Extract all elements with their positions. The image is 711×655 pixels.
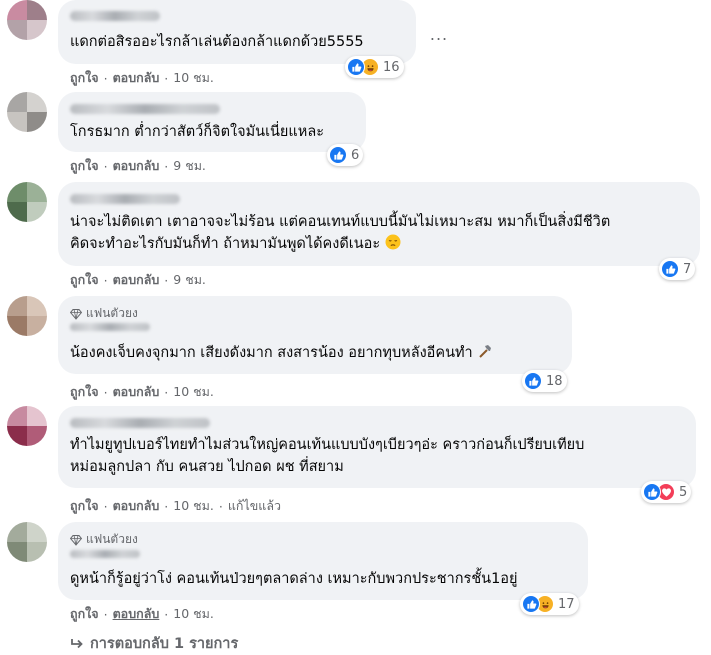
top-fan-badge: แฟนตัวยง	[70, 530, 138, 549]
more-options-icon[interactable]: ...	[427, 22, 451, 46]
reply-button[interactable]: ตอบกลับ	[113, 270, 160, 290]
commenter-name[interactable]	[70, 11, 160, 21]
timestamp[interactable]: 10 ชม.	[173, 68, 214, 88]
reaction-count: 16	[383, 59, 400, 75]
avatar[interactable]	[7, 296, 47, 336]
comment-text: น้องคงเจ็บคงจุกมาก เสียงดังมาก สงสารน้อง…	[70, 345, 473, 361]
reply-button[interactable]: ตอบกลับ	[113, 496, 160, 516]
like-reaction-icon	[661, 260, 679, 278]
commenter-name[interactable]	[70, 194, 180, 204]
separator-dot: ·	[103, 606, 108, 622]
reaction-summary[interactable]: 7	[659, 258, 696, 280]
like-reaction-icon	[524, 372, 542, 390]
like-button[interactable]: ถูกใจ	[70, 270, 99, 290]
diamond-icon	[70, 308, 82, 320]
comment-bubble: โกรธมาก ต่ำกว่าสัตว์ก็จิตใจมันเนี่ยแหละ	[58, 92, 366, 152]
reaction-summary[interactable]: 16	[345, 56, 404, 78]
avatar[interactable]	[7, 182, 47, 222]
timestamp[interactable]: 9 ชม.	[173, 156, 206, 176]
avatar[interactable]	[7, 0, 47, 40]
like-reaction-icon	[329, 146, 347, 164]
badge-label: แฟนตัวยง	[86, 306, 138, 320]
reply-button[interactable]: ตอบกลับ	[113, 156, 160, 176]
separator-dot: ·	[164, 384, 169, 400]
edited-label[interactable]: แก้ไขแล้ว	[228, 496, 281, 516]
comment-bubble: น่าจะไม่ติดเตา เตาอาจจะไม่ร้อน แต่คอนเทน…	[58, 182, 700, 266]
diamond-icon	[70, 534, 82, 546]
badge-label: แฟนตัวยง	[86, 532, 138, 546]
timestamp[interactable]: 10 ชม.	[173, 496, 214, 516]
pensive-face-emoji	[385, 234, 401, 250]
reaction-count: 18	[546, 373, 563, 389]
commenter-name[interactable]	[70, 418, 210, 428]
like-reaction-icon	[522, 595, 540, 613]
comment-bubble: แฟนตัวยง ดูหน้าก็รู้อยู่ว่าโง่ คอนเท้นป่…	[58, 522, 588, 600]
timestamp[interactable]: 10 ชม.	[173, 382, 214, 402]
comment-bubble: แฟนตัวยง น้องคงเจ็บคงจุกมาก เสียงดังมาก …	[58, 296, 572, 374]
reaction-summary[interactable]: 5	[641, 481, 692, 503]
reaction-summary[interactable]: 6	[327, 144, 364, 166]
hammer-emoji	[479, 345, 492, 358]
like-reaction-icon	[347, 58, 365, 76]
top-fan-badge: แฟนตัวยง	[70, 304, 138, 323]
comment-text: ดูหน้าก็รู้อยู่ว่าโง่ คอนเท้นป่วยๆตลาดล่…	[70, 571, 518, 587]
commenter-name[interactable]	[70, 323, 150, 331]
comment-text: คิดจะทำอะไรกับมันก็ทำ ถ้าหมามันพูดได้คงด…	[70, 236, 381, 252]
separator-dot: ·	[164, 272, 169, 288]
reply-button[interactable]: ตอบกลับ	[113, 68, 160, 88]
commenter-name[interactable]	[70, 104, 220, 114]
separator-dot: ·	[103, 70, 108, 86]
timestamp[interactable]: 10 ชม.	[173, 604, 214, 624]
view-replies-link[interactable]: การตอบกลับ 1 รายการ	[70, 632, 238, 655]
like-button[interactable]: ถูกใจ	[70, 68, 99, 88]
separator-dot: ·	[103, 158, 108, 174]
comment-bubble: แดกต่อสิรออะไรกล้าเล่นต้องกล้าแดกด้วย555…	[58, 0, 416, 64]
like-button[interactable]: ถูกใจ	[70, 604, 99, 624]
reaction-summary[interactable]: 18	[522, 370, 567, 392]
reply-button[interactable]: ตอบกลับ	[113, 604, 160, 624]
comment-text: แดกต่อสิรออะไรกล้าเล่นต้องกล้าแดกด้วย555…	[70, 34, 364, 50]
comment-text: น่าจะไม่ติดเตา เตาอาจจะไม่ร้อน แต่คอนเทน…	[70, 214, 611, 230]
separator-dot: ·	[218, 498, 223, 514]
reply-button[interactable]: ตอบกลับ	[113, 382, 160, 402]
avatar[interactable]	[7, 92, 47, 132]
comment-text: หม่อมลูกปลา กับ คนสวย ไปกอด ผช ที่สยาม	[70, 459, 344, 475]
separator-dot: ·	[164, 70, 169, 86]
like-button[interactable]: ถูกใจ	[70, 156, 99, 176]
separator-dot: ·	[103, 498, 108, 514]
avatar[interactable]	[7, 406, 47, 446]
commenter-name[interactable]	[70, 550, 140, 558]
reaction-summary[interactable]: 17	[520, 593, 579, 615]
separator-dot: ·	[164, 158, 169, 174]
reaction-count: 5	[679, 484, 688, 500]
avatar[interactable]	[7, 522, 47, 562]
separator-dot: ·	[103, 272, 108, 288]
like-reaction-icon	[643, 483, 661, 501]
comment-text: โกรธมาก ต่ำกว่าสัตว์ก็จิตใจมันเนี่ยแหละ	[70, 124, 325, 140]
reaction-count: 6	[351, 147, 360, 163]
timestamp[interactable]: 9 ชม.	[173, 270, 206, 290]
view-replies-label: การตอบกลับ 1 รายการ	[90, 636, 239, 652]
reply-arrow-icon	[71, 638, 83, 648]
separator-dot: ·	[103, 384, 108, 400]
like-button[interactable]: ถูกใจ	[70, 496, 99, 516]
reaction-count: 17	[558, 596, 575, 612]
separator-dot: ·	[164, 498, 169, 514]
reaction-count: 7	[683, 261, 692, 277]
comment-text: ทำไมยูทูปเบอร์ไทยทำไมส่วนใหญ่คอนเท้นแบบบ…	[70, 437, 585, 453]
comment-bubble: ทำไมยูทูปเบอร์ไทยทำไมส่วนใหญ่คอนเท้นแบบบ…	[58, 406, 696, 488]
separator-dot: ·	[164, 606, 169, 622]
like-button[interactable]: ถูกใจ	[70, 382, 99, 402]
